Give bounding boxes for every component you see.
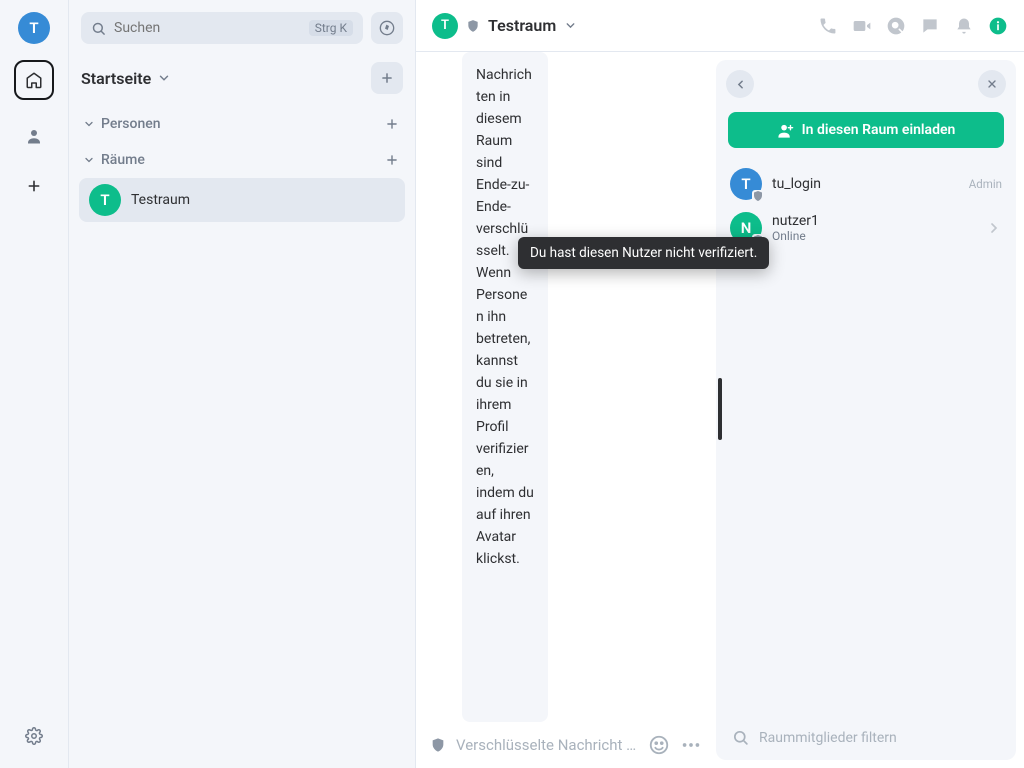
room-item-testraum[interactable]: T Testraum xyxy=(79,178,405,222)
person-icon xyxy=(25,127,43,145)
nav-people[interactable] xyxy=(14,116,54,156)
chevron-down-icon[interactable] xyxy=(157,71,171,85)
emoji-icon[interactable] xyxy=(648,734,670,756)
room-item-label: Testraum xyxy=(131,192,190,208)
shield-icon xyxy=(752,190,764,202)
settings-button[interactable] xyxy=(14,716,54,756)
invite-icon xyxy=(777,122,794,139)
member-row[interactable]: T tu_login Admin xyxy=(716,162,1016,206)
filter-input[interactable]: Raummitglieder filtern xyxy=(759,730,897,746)
video-icon[interactable] xyxy=(852,16,872,36)
tooltip: Du hast diesen Nutzer nicht verifiziert. xyxy=(518,237,769,269)
room-name: Testraum xyxy=(488,16,556,35)
member-status: Online xyxy=(772,229,819,243)
search-icon xyxy=(91,21,106,36)
member-name: nutzer1 xyxy=(772,213,819,229)
scrollbar-thumb[interactable] xyxy=(718,378,722,440)
member-name: tu_login xyxy=(772,176,821,192)
panel-back-button[interactable] xyxy=(726,70,754,98)
info-icon[interactable] xyxy=(988,16,1008,36)
plus-icon[interactable] xyxy=(385,153,399,167)
search-input[interactable] xyxy=(114,20,301,36)
search-icon[interactable] xyxy=(886,16,906,36)
section-people-label: Personen xyxy=(101,116,161,132)
home-add-button[interactable] xyxy=(371,62,403,94)
encryption-info: Nachrichten in diesem Raum sind Ende-zu-… xyxy=(462,52,548,722)
nav-home[interactable] xyxy=(14,60,54,100)
plus-icon xyxy=(380,71,394,85)
chevron-right-icon xyxy=(986,220,1002,236)
nav-add[interactable] xyxy=(14,172,54,200)
bell-icon[interactable] xyxy=(954,16,974,36)
room-header-avatar[interactable]: T xyxy=(432,13,458,39)
more-icon[interactable] xyxy=(680,734,702,756)
invite-button[interactable]: In diesen Raum einladen xyxy=(728,112,1004,148)
gear-icon xyxy=(25,727,43,745)
search-icon xyxy=(732,729,749,746)
panel-close-button[interactable] xyxy=(978,70,1006,98)
chevron-down-icon xyxy=(83,154,95,166)
compass-icon xyxy=(379,20,395,36)
member-role: Admin xyxy=(969,177,1002,191)
call-icon[interactable] xyxy=(818,16,838,36)
close-icon xyxy=(986,78,998,90)
chevron-left-icon xyxy=(734,78,747,91)
section-people[interactable]: Personen xyxy=(69,106,415,142)
section-rooms-label: Räume xyxy=(101,152,145,168)
plus-icon[interactable] xyxy=(385,117,399,131)
search-shortcut: Strg K xyxy=(309,20,353,36)
threads-icon[interactable] xyxy=(920,16,940,36)
composer-input[interactable]: Verschlüsselte Nachricht senden … xyxy=(456,736,638,754)
chevron-down-icon xyxy=(83,118,95,130)
explore-button[interactable] xyxy=(371,12,403,44)
user-avatar[interactable]: T xyxy=(18,12,50,44)
home-icon xyxy=(25,71,43,89)
room-avatar: T xyxy=(89,184,121,216)
section-rooms[interactable]: Räume xyxy=(69,142,415,178)
invite-label: In diesen Raum einladen xyxy=(802,122,956,138)
home-title: Startseite xyxy=(81,69,151,88)
shield-icon xyxy=(466,19,480,33)
plus-icon xyxy=(26,178,42,194)
chevron-down-icon[interactable] xyxy=(564,19,577,32)
search-box[interactable]: Strg K xyxy=(81,12,363,44)
shield-icon xyxy=(430,737,446,753)
